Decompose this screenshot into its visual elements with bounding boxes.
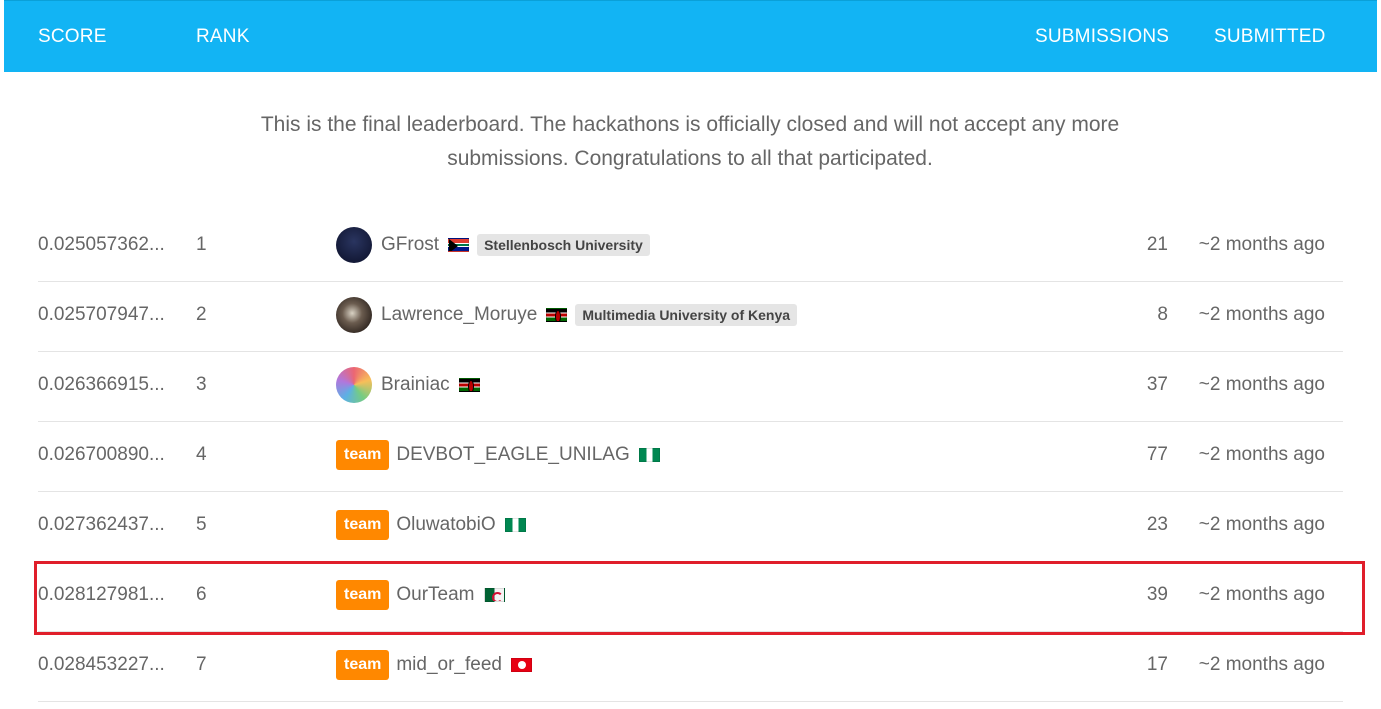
tunisia-flag-icon [510, 658, 532, 672]
rank-value: 4 [196, 444, 207, 465]
rank-value: 7 [196, 654, 207, 675]
score-value: 0.028127981... [38, 584, 165, 605]
score-value: 0.028453227... [38, 654, 165, 675]
column-header-submitted[interactable]: SUBMITTED [1214, 26, 1326, 48]
rank-value: 2 [196, 304, 207, 325]
organization-badge: Multimedia University of Kenya [575, 304, 798, 326]
score-value: 0.026366915... [38, 374, 165, 395]
algeria-flag-icon [483, 588, 505, 602]
frame-edge [0, 0, 4, 709]
submissions-count: 21 [1146, 234, 1168, 255]
submitted-time: ~2 months ago [1198, 654, 1325, 675]
nigeria-flag-icon [638, 448, 660, 462]
avatar[interactable] [336, 227, 372, 263]
avatar[interactable] [336, 367, 372, 403]
participant-name[interactable]: Lawrence_Moruye [381, 304, 537, 326]
column-header-rank[interactable]: RANK [196, 26, 250, 48]
submissions-count: 23 [1146, 514, 1168, 535]
submitted-time: ~2 months ago [1198, 444, 1325, 465]
column-header-score[interactable]: SCORE [38, 26, 107, 48]
nigeria-flag-icon [504, 518, 526, 532]
leaderboard-row[interactable]: 0.026366915... 3 Brainiac 37 ~2 months a… [38, 352, 1343, 422]
rank-value: 5 [196, 514, 207, 535]
leaderboard-row[interactable]: 0.028453227... 7 team mid_or_feed 17 ~2 … [38, 632, 1343, 702]
leaderboard-header: SCORE RANK SUBMISSIONS SUBMITTED [4, 0, 1377, 72]
participant: Lawrence_Moruye Multimedia University of… [336, 296, 798, 334]
kenya-flag-icon [458, 378, 480, 392]
final-leaderboard-notice: This is the final leaderboard. The hacka… [260, 113, 1120, 170]
participant: team OluwatobiO [336, 506, 526, 544]
submitted-time: ~2 months ago [1198, 514, 1325, 535]
leaderboard-row-highlighted[interactable]: 0.028127981... 6 team OurTeam 39 ~2 mont… [38, 562, 1343, 632]
team-badge: team [336, 650, 390, 680]
submissions-count: 39 [1146, 584, 1168, 605]
team-badge: team [336, 580, 390, 610]
participant-name[interactable]: OurTeam [396, 584, 474, 606]
organization-badge: Stellenbosch University [477, 234, 650, 256]
submissions-count: 37 [1146, 374, 1168, 395]
participant: Brainiac [336, 366, 480, 404]
leaderboard-row[interactable]: 0.025707947... 2 Lawrence_Moruye Multime… [38, 282, 1343, 352]
leaderboard-row[interactable]: 0.027362437... 5 team OluwatobiO 23 ~2 m… [38, 492, 1343, 562]
submissions-count: 17 [1146, 654, 1168, 675]
south-africa-flag-icon [448, 238, 470, 252]
score-value: 0.025057362... [38, 234, 165, 255]
submitted-time: ~2 months ago [1198, 584, 1325, 605]
score-value: 0.025707947... [38, 304, 165, 325]
participant-name[interactable]: mid_or_feed [396, 654, 502, 676]
team-badge: team [336, 440, 390, 470]
leaderboard-row[interactable]: 0.026700890... 4 team DEVBOT_EAGLE_UNILA… [38, 422, 1343, 492]
score-value: 0.027362437... [38, 514, 165, 535]
submissions-count: 8 [1157, 304, 1168, 325]
participant-name[interactable]: Brainiac [381, 374, 450, 396]
participant: team mid_or_feed [336, 646, 532, 684]
leaderboard-row[interactable]: 0.025057362... 1 GFrost Stellenbosch Uni… [38, 212, 1343, 282]
rank-value: 3 [196, 374, 207, 395]
avatar[interactable] [336, 297, 372, 333]
rank-value: 6 [196, 584, 207, 605]
submitted-time: ~2 months ago [1198, 304, 1325, 325]
rank-value: 1 [196, 234, 207, 255]
leaderboard-page: SCORE RANK SUBMISSIONS SUBMITTED This is… [0, 0, 1381, 709]
team-badge: team [336, 510, 390, 540]
score-value: 0.026700890... [38, 444, 165, 465]
participant-name[interactable]: OluwatobiO [396, 514, 495, 536]
participant-name[interactable]: GFrost [381, 234, 439, 256]
participant: GFrost Stellenbosch University [336, 226, 650, 264]
kenya-flag-icon [546, 308, 568, 322]
submitted-time: ~2 months ago [1198, 234, 1325, 255]
participant-name[interactable]: DEVBOT_EAGLE_UNILAG [396, 444, 629, 466]
column-header-submissions[interactable]: SUBMISSIONS [1035, 26, 1169, 48]
participant: team DEVBOT_EAGLE_UNILAG [336, 436, 660, 474]
participant: team OurTeam [336, 576, 505, 614]
submissions-count: 77 [1146, 444, 1168, 465]
submitted-time: ~2 months ago [1198, 374, 1325, 395]
